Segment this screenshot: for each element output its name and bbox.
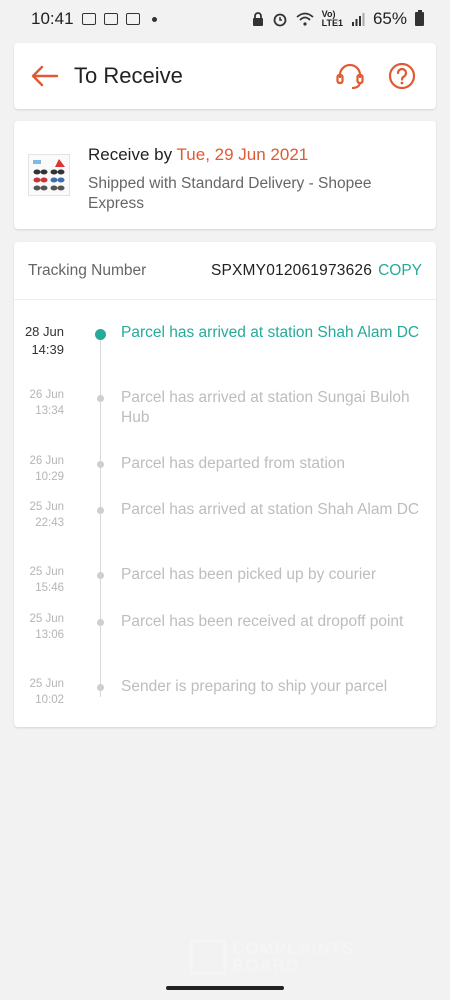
- status-bar: 10:41 Vo) LTE1 65%: [0, 0, 450, 38]
- tracking-event-date: 25 Jun: [29, 566, 64, 578]
- back-arrow-icon: [31, 65, 59, 87]
- more-notifications-icon: [151, 16, 157, 22]
- tracking-number-row: Tracking Number SPXMY012061973626 COPY: [14, 242, 436, 300]
- wifi-icon: [296, 12, 314, 26]
- watermark: COMPLAINTS BOARD: [190, 937, 405, 977]
- timeline-dot: [97, 395, 104, 402]
- timeline-dot: [97, 507, 104, 514]
- tracking-event-text: Parcel has departed from station: [121, 455, 346, 472]
- back-button[interactable]: [14, 43, 74, 109]
- watermark-text: COMPLAINTS BOARD: [232, 940, 354, 974]
- tracking-event-date: 26 Jun: [29, 389, 64, 401]
- tracking-event-datetime: 25 Jun 13:06: [0, 612, 64, 643]
- tracking-event-datetime: 25 Jun 15:46: [0, 565, 64, 596]
- headset-icon: [336, 63, 364, 89]
- tracking-number-value: SPXMY012061973626: [210, 261, 373, 279]
- tracking-event-time: 10:29: [35, 470, 64, 483]
- timeline-dot: [97, 684, 104, 691]
- tracking-event-time: 22:43: [35, 516, 64, 529]
- timeline-dot: [97, 461, 104, 468]
- help-button[interactable]: [376, 43, 428, 109]
- tracking-event-time: 10:02: [35, 693, 64, 706]
- tracking-event-date: 25 Jun: [29, 613, 64, 625]
- tracking-event-time: 13:06: [35, 628, 64, 641]
- tracking-event-date: 25 Jun: [29, 678, 64, 690]
- tracking-event-datetime: 28 Jun 14:39: [0, 323, 64, 359]
- tracking-card: Tracking Number SPXMY012061973626 COPY 2…: [14, 242, 436, 727]
- copy-tracking-button[interactable]: COPY: [378, 262, 422, 280]
- product-thumbnail: [28, 154, 70, 196]
- help-question-icon: [388, 62, 416, 90]
- battery-icon: [415, 10, 424, 26]
- timeline-dot-active: [95, 329, 106, 340]
- home-indicator[interactable]: [166, 986, 284, 990]
- tracking-event-text: Parcel has been picked up by courier: [121, 566, 377, 583]
- tracking-event-text: Parcel has been received at dropoff poin…: [121, 613, 404, 630]
- page-title: To Receive: [74, 63, 183, 88]
- tracking-event-time: 14:39: [31, 342, 64, 357]
- tracking-number-group: SPXMY012061973626 COPY: [211, 262, 422, 280]
- receive-by-line: Receive by Tue, 29 Jun 2021: [88, 145, 308, 165]
- status-bar-left: 10:41: [31, 9, 157, 29]
- sunglasses-product-image: [33, 159, 65, 191]
- tracking-event-datetime: 26 Jun 13:34: [0, 388, 64, 419]
- customer-support-button[interactable]: [324, 43, 376, 109]
- signal-icon: [351, 13, 365, 26]
- status-time: 10:41: [31, 9, 74, 28]
- tracking-event-date: 26 Jun: [29, 455, 64, 467]
- tracking-number-label: Tracking Number: [28, 261, 147, 279]
- receive-by-date: Tue, 29 Jun 2021: [176, 145, 309, 164]
- network-type-label: Vo) LTE1: [321, 9, 343, 28]
- receive-by-label: Receive by: [88, 145, 173, 164]
- tracking-event-time: 13:34: [35, 404, 64, 417]
- tracking-event-text: Sender is preparing to ship your parcel: [121, 678, 388, 695]
- alarm-icon: [273, 13, 287, 27]
- tracking-event-time: 15:46: [35, 581, 64, 594]
- gallery-notification-icon: [103, 13, 118, 25]
- timeline-dot: [97, 619, 104, 626]
- watermark-logo: [190, 939, 226, 975]
- tracking-event-text: Parcel has arrived at station Sungai Bul…: [121, 389, 410, 426]
- shipping-method: Shipped with Standard Delivery - Shopee …: [88, 175, 372, 212]
- lock-icon: [252, 12, 263, 26]
- tracking-event-datetime: 25 Jun 10:02: [0, 677, 64, 708]
- tracking-event-datetime: 26 Jun 10:29: [0, 454, 64, 485]
- news-notification-icon: [125, 13, 140, 25]
- timeline-dot: [97, 572, 104, 579]
- timeline-line: [100, 331, 101, 697]
- delivery-info-card: Receive by Tue, 29 Jun 2021 Shipped with…: [14, 121, 436, 229]
- app-header: To Receive: [14, 43, 436, 109]
- watermark-line2: BOARD: [232, 956, 300, 975]
- tracking-event-text: Parcel has arrived at station Shah Alam …: [121, 501, 420, 518]
- battery-percent: 65%: [372, 9, 407, 28]
- tracking-event-datetime: 25 Jun 22:43: [0, 500, 64, 531]
- message-notification-icon: [81, 13, 96, 25]
- tracking-event-date: 25 Jun: [29, 501, 64, 513]
- tracking-event-text: Parcel has arrived at station Shah Alam …: [121, 324, 420, 341]
- watermark-line1: COMPLAINTS: [232, 939, 355, 958]
- tracking-event-date: 28 Jun: [24, 324, 64, 339]
- status-bar-right: Vo) LTE1 65%: [252, 9, 424, 29]
